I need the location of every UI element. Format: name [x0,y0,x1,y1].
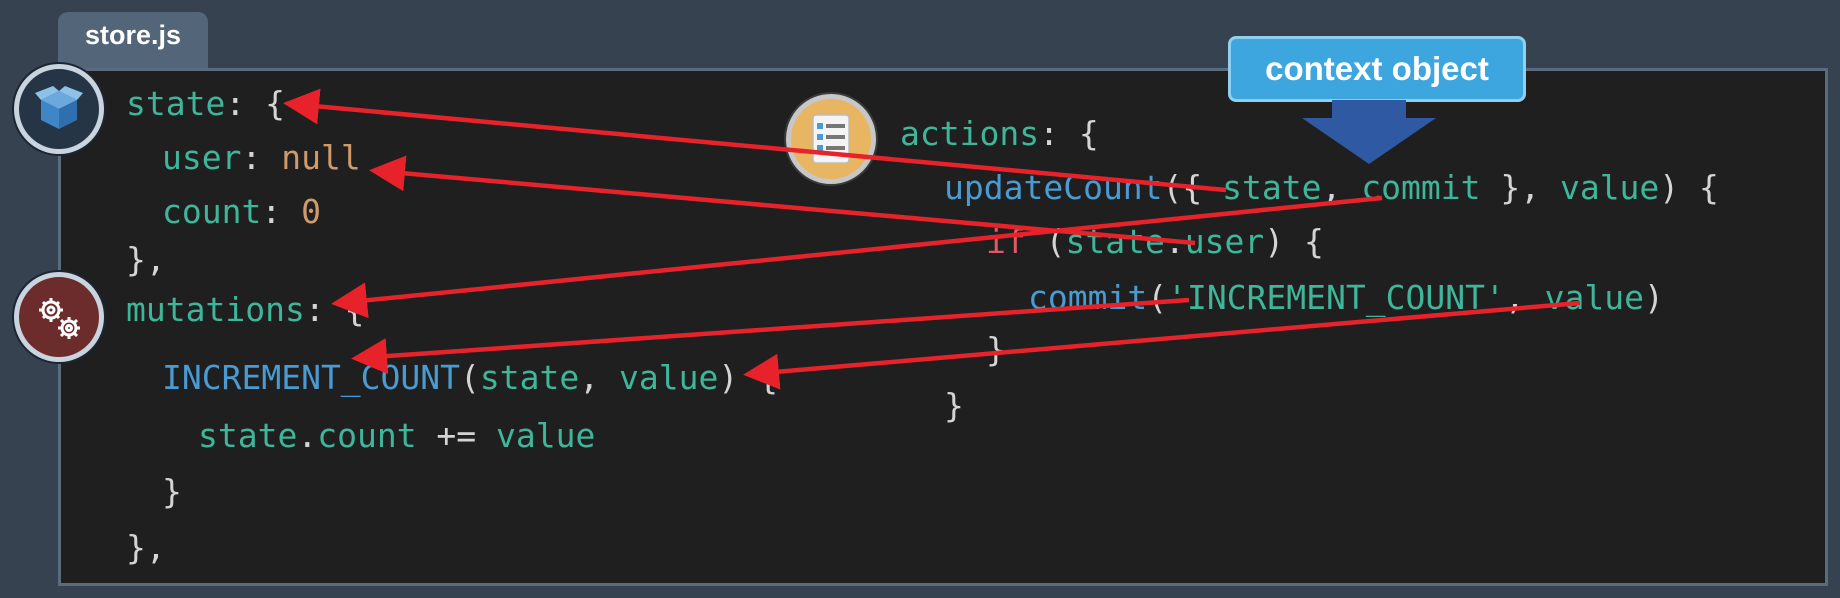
code-line-mutations-close: }, [126,528,166,568]
body-value: value [496,416,596,455]
commit-call: commit [1028,278,1148,317]
action-name: updateCount [944,168,1163,207]
code-line-actions: actions: { [900,114,1099,154]
punct: , [579,358,619,397]
param-state: state [479,358,580,397]
punct: , [1504,278,1545,317]
param-value: value [1559,168,1660,207]
punct: ({ [1162,168,1223,207]
count-value: 0 [301,192,321,231]
actions-key: actions [900,114,1040,153]
user-key: user [162,138,242,177]
body-object: state [198,416,298,455]
code-line-state: state: { [126,84,285,124]
punct: : [261,192,302,231]
user-value: null [281,138,361,177]
box-icon-graphic [35,86,83,129]
punct: . [1164,222,1185,261]
if-property: user [1184,222,1265,261]
if-keyword: if [986,222,1026,261]
punct: } [944,386,964,425]
count-key: count [162,192,262,231]
checklist-icon [786,94,876,184]
param-value: value [618,358,719,397]
punct: , [1321,168,1362,207]
punct: }, [126,240,166,279]
box-icon [14,64,104,154]
punct: ( [1025,222,1066,261]
mutations-key: mutations [126,290,305,329]
punct: }, [126,528,166,567]
code-line-mutation-body: state.count += value [198,416,595,456]
file-tab-label: store.js [84,19,182,50]
punct: ) { [1659,168,1719,207]
punct: } [986,330,1006,369]
punct: : [241,138,282,177]
code-line-fn-close: } [162,472,182,512]
code-line-user: user: null [162,138,361,178]
callout-label: context object [1265,50,1489,87]
gears-icon [14,272,104,362]
punct: }, [1480,168,1560,207]
punct: : { [304,290,365,329]
punct: } [162,472,182,511]
punct: . [297,416,318,455]
code-line-action-close: } [944,386,964,426]
punct: : { [225,84,285,123]
commit-payload: value [1544,278,1644,317]
code-line-if: if (state.user) { [986,222,1324,262]
file-tab[interactable]: store.js [58,12,208,68]
context-commit: commit [1361,168,1481,207]
context-state: state [1222,168,1322,207]
punct: ( [1147,278,1168,317]
punct: ) [1643,278,1664,317]
code-line-action-fn: updateCount({ state, commit }, value) { [944,168,1719,208]
if-object: state [1065,222,1165,261]
punct: : { [1039,114,1099,153]
body-property: count [317,416,417,455]
context-object-callout: context object [1228,36,1526,102]
code-line-if-close: } [986,330,1006,370]
code-line-mutations: mutations: { [126,290,364,330]
state-key: state [126,84,226,123]
punct: ( [460,358,480,397]
code-line-commit: commit('INCREMENT_COUNT', value) [1028,278,1664,318]
code-line-count: count: 0 [162,192,321,232]
punct: ) { [718,358,778,397]
checklist-icon-graphic [812,114,850,164]
punct: ) { [1264,222,1324,261]
code-line-mutation-fn: INCREMENT_COUNT(state, value) { [162,358,778,398]
code-line-state-close: }, [126,240,166,280]
mutation-type-string: 'INCREMENT_COUNT' [1167,278,1505,317]
operator: += [416,416,497,455]
gears-icon-graphic [39,298,80,339]
mutation-name: INCREMENT_COUNT [162,358,461,397]
down-arrow-icon [1302,100,1436,164]
